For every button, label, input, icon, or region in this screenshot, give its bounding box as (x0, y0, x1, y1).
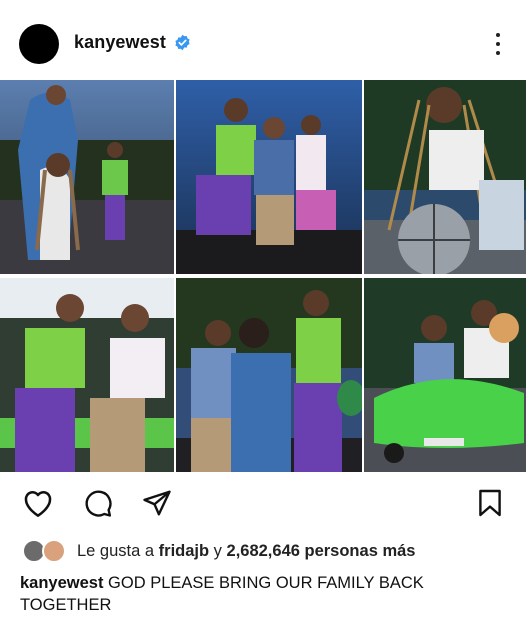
likes-conjunction: y (213, 541, 222, 560)
photo-3[interactable] (364, 80, 526, 274)
caption: kanyewest GOD PLEASE BRING OUR FAMILY BA… (20, 572, 490, 616)
liker-avatar[interactable] (42, 539, 66, 563)
post-header: kanyewest (0, 0, 526, 80)
heart-icon[interactable] (22, 488, 54, 518)
likes-prefix: Le gusta a (77, 541, 155, 560)
username-row: kanyewest (74, 32, 191, 53)
photo-2[interactable] (176, 80, 362, 274)
more-options-icon[interactable] (490, 30, 506, 58)
photo-1[interactable] (0, 80, 174, 274)
comment-icon[interactable] (83, 488, 113, 518)
share-icon[interactable] (142, 488, 172, 518)
bookmark-icon[interactable] (478, 488, 502, 518)
username-link[interactable]: kanyewest (74, 32, 166, 53)
caption-username[interactable]: kanyewest (20, 574, 103, 592)
verified-badge-icon (175, 34, 190, 51)
likes-count[interactable]: 2,682,646 personas más (227, 542, 416, 560)
photo-4[interactable] (0, 278, 174, 472)
first-liker-link[interactable]: fridajb (159, 542, 209, 560)
action-bar (0, 484, 526, 524)
liker-avatars (22, 538, 70, 564)
photo-6[interactable] (364, 278, 526, 472)
likes-text[interactable]: Le gusta a fridajb y 2,682,646 personas … (77, 542, 415, 561)
profile-avatar[interactable] (19, 24, 59, 64)
likes-row: Le gusta a fridajb y 2,682,646 personas … (22, 538, 415, 564)
photo-grid (0, 80, 526, 472)
photo-5[interactable] (176, 278, 362, 472)
